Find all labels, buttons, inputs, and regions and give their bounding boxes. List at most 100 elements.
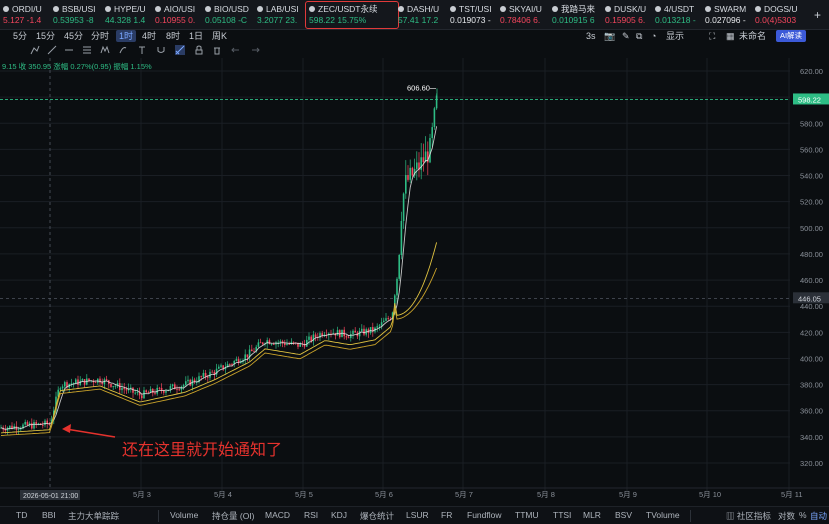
ticker-item[interactable]: 我踏马来 0.010915 6 bbox=[552, 4, 601, 28]
timeframe-4[interactable]: 1时 bbox=[116, 30, 137, 42]
log-scale-toggle[interactable]: 对数 bbox=[778, 510, 795, 522]
timeframe-5[interactable]: 4时 bbox=[139, 30, 159, 42]
candle-body bbox=[105, 379, 108, 381]
indicator-2[interactable]: 主力大单踪踪 bbox=[68, 510, 119, 522]
ticker-item[interactable]: BSB/USI 0.53953 -8 bbox=[53, 4, 101, 28]
timeframe-8[interactable]: 周K bbox=[209, 30, 230, 42]
timeframe-0[interactable]: 5分 bbox=[10, 30, 30, 42]
ticker-item[interactable]: DASH/U 57.41 17.2 bbox=[398, 4, 446, 28]
candle-body bbox=[229, 364, 231, 365]
y-tick-label: 580.00 bbox=[800, 119, 823, 128]
x-tick-label: 5月 7 bbox=[455, 490, 473, 499]
y-tick-label: 620.00 bbox=[800, 67, 823, 76]
indicator-14[interactable]: MLR bbox=[583, 510, 601, 520]
indicator-4[interactable]: 持仓量 (OI) bbox=[212, 510, 255, 522]
candle-body bbox=[262, 342, 264, 345]
indicator-5[interactable]: MACD bbox=[265, 510, 290, 520]
window-icon[interactable]: ⧉ bbox=[636, 30, 642, 42]
layout-name[interactable]: 未命名 bbox=[739, 30, 766, 42]
indicator-11[interactable]: Fundflow bbox=[467, 510, 502, 520]
pencil-icon[interactable]: ✎ bbox=[622, 30, 630, 42]
add-symbol-button[interactable]: + bbox=[814, 8, 821, 22]
ticker-item[interactable]: HYPE/U 44.328 1.4 bbox=[105, 4, 151, 28]
timeframe-1[interactable]: 15分 bbox=[33, 30, 58, 42]
ticker-item[interactable]: SWARM 0.027096 - bbox=[705, 4, 751, 28]
refresh-rate[interactable]: 3s bbox=[586, 30, 596, 42]
lock-icon[interactable] bbox=[194, 45, 204, 55]
magnet-icon[interactable] bbox=[156, 45, 166, 55]
candle-body bbox=[114, 385, 117, 387]
trend-line-icon[interactable] bbox=[47, 45, 57, 55]
indicator-13[interactable]: TTSI bbox=[553, 510, 571, 520]
candle-body bbox=[9, 425, 11, 428]
display-icon[interactable]: ◔ bbox=[651, 30, 656, 42]
layout-icon[interactable]: ▦ bbox=[726, 30, 735, 42]
timeframe-7[interactable]: 1日 bbox=[186, 30, 206, 42]
crosshair-price-label: 446.05 bbox=[798, 294, 821, 303]
auto-scale-toggle[interactable]: 自动 bbox=[810, 510, 827, 522]
fullscreen-icon[interactable]: ⛶ bbox=[709, 30, 715, 42]
indicator-7[interactable]: KDJ bbox=[331, 510, 347, 520]
indicator-0[interactable]: TD bbox=[16, 510, 27, 520]
candle-body bbox=[202, 372, 205, 377]
indicator-8[interactable]: 爆仓统计 bbox=[360, 510, 394, 522]
measure-icon[interactable] bbox=[175, 45, 185, 55]
percent-scale-toggle[interactable]: % bbox=[799, 510, 807, 520]
ticker-item[interactable]: AIO/USI 0.10955 0. bbox=[155, 4, 201, 28]
indicator-9[interactable]: LSUR bbox=[406, 510, 429, 520]
price-chart[interactable]: 620.00600.00580.00560.00540.00520.00500.… bbox=[0, 58, 829, 506]
ticker-item[interactable]: TST/USI 0.019073 - bbox=[450, 4, 496, 28]
candle-body bbox=[251, 349, 253, 352]
horizontal-line-icon[interactable] bbox=[64, 45, 74, 55]
indicator-6[interactable]: RSI bbox=[304, 510, 318, 520]
indicator-1[interactable]: BBI bbox=[42, 510, 56, 520]
candle-body bbox=[376, 326, 378, 328]
coin-icon bbox=[450, 6, 456, 12]
ticker-item[interactable]: ZEC/USDT永续 598.22 15.75% bbox=[309, 4, 395, 28]
pattern-icon[interactable] bbox=[100, 45, 110, 55]
undo-icon[interactable] bbox=[231, 45, 241, 55]
candle-body bbox=[110, 383, 112, 387]
redo-icon[interactable] bbox=[250, 45, 260, 55]
candle-body bbox=[231, 364, 233, 365]
ticker-price-change: 5.127 -1.4 bbox=[3, 15, 42, 25]
ticker-item[interactable]: ORDI/U 5.127 -1.4 bbox=[3, 4, 49, 28]
ai-analysis-button[interactable]: AI解读 bbox=[776, 30, 806, 42]
fib-icon[interactable] bbox=[82, 45, 92, 55]
timeframe-toolbar: AI解读 5分 15分 45分 分时 1时 4时 8时 1日 周K 3s 📷 ✎ ⧉ ◔ 显示 ⛶ ▦ 未命名 bbox=[0, 30, 829, 44]
high-price-label: 606.60 bbox=[407, 84, 430, 93]
brush-icon[interactable] bbox=[118, 45, 128, 55]
delete-icon[interactable] bbox=[212, 45, 222, 55]
indicator-15[interactable]: BSV bbox=[615, 510, 632, 520]
indicator-16[interactable]: TVolume bbox=[646, 510, 680, 520]
timeframe-6[interactable]: 8时 bbox=[163, 30, 183, 42]
candle-body bbox=[121, 388, 123, 391]
indicator-10[interactable]: FR bbox=[441, 510, 452, 520]
candle-body bbox=[152, 388, 154, 393]
community-indicators-button[interactable]: ▥ 社区指标 bbox=[726, 510, 771, 522]
ticker-item[interactable]: SKYAI/U 0.78406 6. bbox=[500, 4, 548, 28]
timeframe-3[interactable]: 分时 bbox=[88, 30, 112, 42]
indicator-3[interactable]: Volume bbox=[170, 510, 198, 520]
ticker-item[interactable]: BIO/USD 0.05108 -C bbox=[205, 4, 253, 28]
text-icon[interactable] bbox=[137, 45, 147, 55]
divider bbox=[690, 510, 691, 522]
candle-body bbox=[402, 193, 405, 221]
ma-line-yellow bbox=[0, 242, 438, 434]
y-tick-label: 500.00 bbox=[800, 224, 823, 233]
coin-icon bbox=[105, 6, 111, 12]
timeframe-2[interactable]: 45分 bbox=[61, 30, 86, 42]
ticker-item[interactable]: LAB/USI 3.2077 23. bbox=[257, 4, 305, 28]
ticker-item[interactable]: DOGS/U 0.0(4)5303 bbox=[755, 4, 815, 28]
indicator-12[interactable]: TTMU bbox=[515, 510, 539, 520]
annotation-arrow bbox=[65, 428, 116, 438]
candle-body bbox=[336, 330, 339, 336]
ticker-item[interactable]: DUSK/U 0.15905 6. bbox=[605, 4, 651, 28]
ticker-item[interactable]: 4/USDT 0.013218 - bbox=[655, 4, 701, 28]
candle-body bbox=[270, 343, 273, 345]
camera-icon[interactable]: 📷 bbox=[604, 30, 615, 42]
candle-body bbox=[44, 420, 46, 426]
display-menu[interactable]: 显示 bbox=[666, 30, 684, 42]
chart-type-icon[interactable] bbox=[30, 45, 40, 55]
candle-body bbox=[411, 167, 414, 176]
